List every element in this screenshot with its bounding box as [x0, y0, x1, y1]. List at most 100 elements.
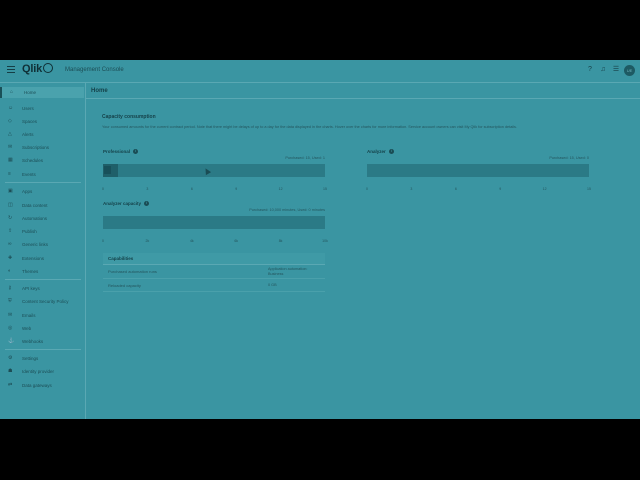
axis-tick-label: 12	[542, 187, 547, 191]
axis-tick-label: 8k	[278, 239, 283, 243]
info-icon[interactable]: i	[133, 149, 139, 155]
notification-icon[interactable]: ♫	[599, 66, 607, 74]
analyzer-label: Analyzer	[367, 149, 386, 154]
avatar[interactable]: UE	[624, 65, 635, 76]
sidebar-item-events[interactable]: ≡ Events	[0, 169, 82, 180]
sidebar-item-label: Generic links	[22, 242, 49, 247]
sidebar-item-label: Data content	[22, 203, 48, 208]
calendar-icon: ▦	[8, 157, 13, 163]
sidebar-item-label: Automations	[22, 216, 48, 221]
automation-icon: ↻	[8, 215, 13, 221]
info-icon[interactable]: i	[144, 201, 150, 207]
webhook-icon: ⚓	[8, 338, 15, 344]
gateway-icon: ⇄	[8, 382, 13, 388]
menu-icon[interactable]	[7, 66, 15, 73]
axis-tick-label: 9	[499, 187, 502, 191]
analyzer-purchased: Purchased: 15, Used: 0	[549, 156, 589, 160]
sidebar-nav: ⌂ Home ☺ Users ◇ Spaces △ Alerts ✉ Subscriptions ▦…	[0, 83, 86, 419]
top-header: Qlik Management Console ? ♫ ☰ UE	[0, 60, 640, 83]
capabilities-header: Capabilities	[103, 253, 325, 265]
gear-icon: ⚙	[8, 355, 13, 361]
info-icon[interactable]: i	[388, 149, 394, 155]
link-icon: ∞	[8, 241, 12, 247]
sidebar-item-extensions[interactable]: ✚ Extensions	[0, 253, 82, 264]
key-icon: ⚷	[8, 285, 12, 291]
table-row: Purchased automation runs Application au…	[103, 265, 325, 279]
axis-tick-label: 6	[190, 187, 193, 191]
analyzer-capacity-purchased: Purchased: 10,000 minutes, Used: 0 minut…	[249, 208, 325, 212]
sidebar-item-users[interactable]: ☺ Users	[0, 103, 82, 114]
sidebar-item-publish[interactable]: ⇪ Publish	[0, 226, 82, 237]
events-icon: ≡	[8, 171, 11, 177]
sidebar-item-webhooks[interactable]: ⚓ Webhooks	[0, 336, 82, 347]
axis-tick-label: 9	[235, 187, 238, 191]
axis-tick-label: 0	[102, 239, 104, 243]
analyzer-bar[interactable]	[367, 164, 589, 177]
sidebar-item-label: Themes	[22, 269, 39, 274]
sidebar-item-data-content[interactable]: ◫ Data content	[0, 200, 82, 211]
sidebar-item-subscriptions[interactable]: ✉ Subscriptions	[0, 142, 82, 153]
axis-tick-label: 12	[278, 187, 283, 191]
divider	[86, 98, 640, 99]
axis-tick-label: 0	[102, 187, 104, 191]
sidebar-item-label: Alerts	[22, 132, 34, 137]
axis-tick-label: 4k	[189, 239, 194, 243]
sidebar-item-label: Identity provider	[22, 369, 55, 374]
table-row: Reloaded capacity 0 GB	[103, 279, 325, 292]
analyzer-capacity-title: Analyzer capacity i	[103, 201, 150, 207]
sidebar-item-label: Apps	[22, 189, 33, 194]
page-title: Home	[91, 88, 108, 94]
row-value: Application automation: Business	[268, 267, 308, 276]
user-icon: ☺	[8, 105, 14, 111]
logo-text: Qlik	[22, 63, 42, 75]
sidebar-item-settings[interactable]: ⚙ Settings	[0, 353, 82, 364]
alert-icon: △	[8, 131, 12, 137]
axis-tick-label: 6k	[234, 239, 239, 243]
sidebar-item-identity-provider[interactable]: ☗ Identity provider	[0, 366, 82, 377]
data-icon: ◫	[8, 202, 13, 208]
professional-bar[interactable]	[103, 164, 325, 177]
theme-icon: ◐	[8, 268, 12, 274]
sidebar-item-data-gateways[interactable]: ⇄ Data gateways	[0, 380, 82, 391]
apps-icon: ▣	[8, 188, 13, 194]
professional-label: Professional	[103, 149, 131, 154]
sidebar-item-themes[interactable]: ◐ Themes	[0, 266, 82, 277]
sidebar-item-web[interactable]: ◎ Web	[0, 323, 82, 334]
professional-title: Professional i	[103, 149, 139, 155]
axis-tick-label: 10k	[322, 239, 328, 243]
sidebar-divider	[5, 182, 81, 183]
apps-grid-icon[interactable]: ☰	[612, 66, 620, 74]
axis-tick-label: 6	[454, 187, 457, 191]
sidebar-item-home[interactable]: ⌂ Home	[0, 87, 84, 98]
app-title: Management Console	[65, 67, 124, 73]
sidebar-item-automations[interactable]: ↻ Automations	[0, 213, 82, 224]
section-description: Your consumed amounts for the current co…	[102, 125, 517, 129]
sidebar-item-label: Spaces	[22, 119, 38, 124]
home-icon: ⌂	[10, 89, 14, 95]
axis-tick-label: 15	[323, 187, 327, 191]
web-icon: ◎	[8, 325, 13, 331]
row-key: Reloaded capacity	[108, 283, 141, 288]
sidebar-item-apps[interactable]: ▣ Apps	[0, 186, 82, 197]
sidebar-item-emails[interactable]: ✉ Emails	[0, 310, 82, 321]
qlik-logo[interactable]: Qlik	[22, 63, 53, 75]
sidebar-item-label: Emails	[22, 313, 36, 318]
axis-tick-label: 3	[410, 187, 413, 191]
sidebar-item-label: Events	[22, 172, 36, 177]
axis-tick-label: 3	[146, 187, 149, 191]
mail-icon: ✉	[8, 144, 13, 150]
help-icon[interactable]: ?	[586, 66, 594, 74]
sidebar-item-alerts[interactable]: △ Alerts	[0, 129, 82, 140]
axis-tick-label: 15	[587, 187, 591, 191]
sidebar-item-spaces[interactable]: ◇ Spaces	[0, 116, 82, 127]
sidebar-item-label: Webhooks	[22, 339, 44, 344]
sidebar-item-schedules[interactable]: ▦ Schedules	[0, 155, 82, 166]
analyzer-capacity-label: Analyzer capacity	[103, 201, 142, 206]
sidebar-item-label: Home	[24, 90, 37, 95]
analyzer-capacity-bar[interactable]	[103, 216, 325, 229]
professional-purchased: Purchased: 15, Used: 1	[285, 156, 325, 160]
sidebar-item-generic-links[interactable]: ∞ Generic links	[0, 239, 82, 250]
sidebar-item-content-security-policy[interactable]: ⛨ Content Security Policy	[0, 296, 82, 307]
sidebar-item-api-keys[interactable]: ⚷ API keys	[0, 283, 82, 294]
sidebar-item-label: Publish	[22, 229, 37, 234]
